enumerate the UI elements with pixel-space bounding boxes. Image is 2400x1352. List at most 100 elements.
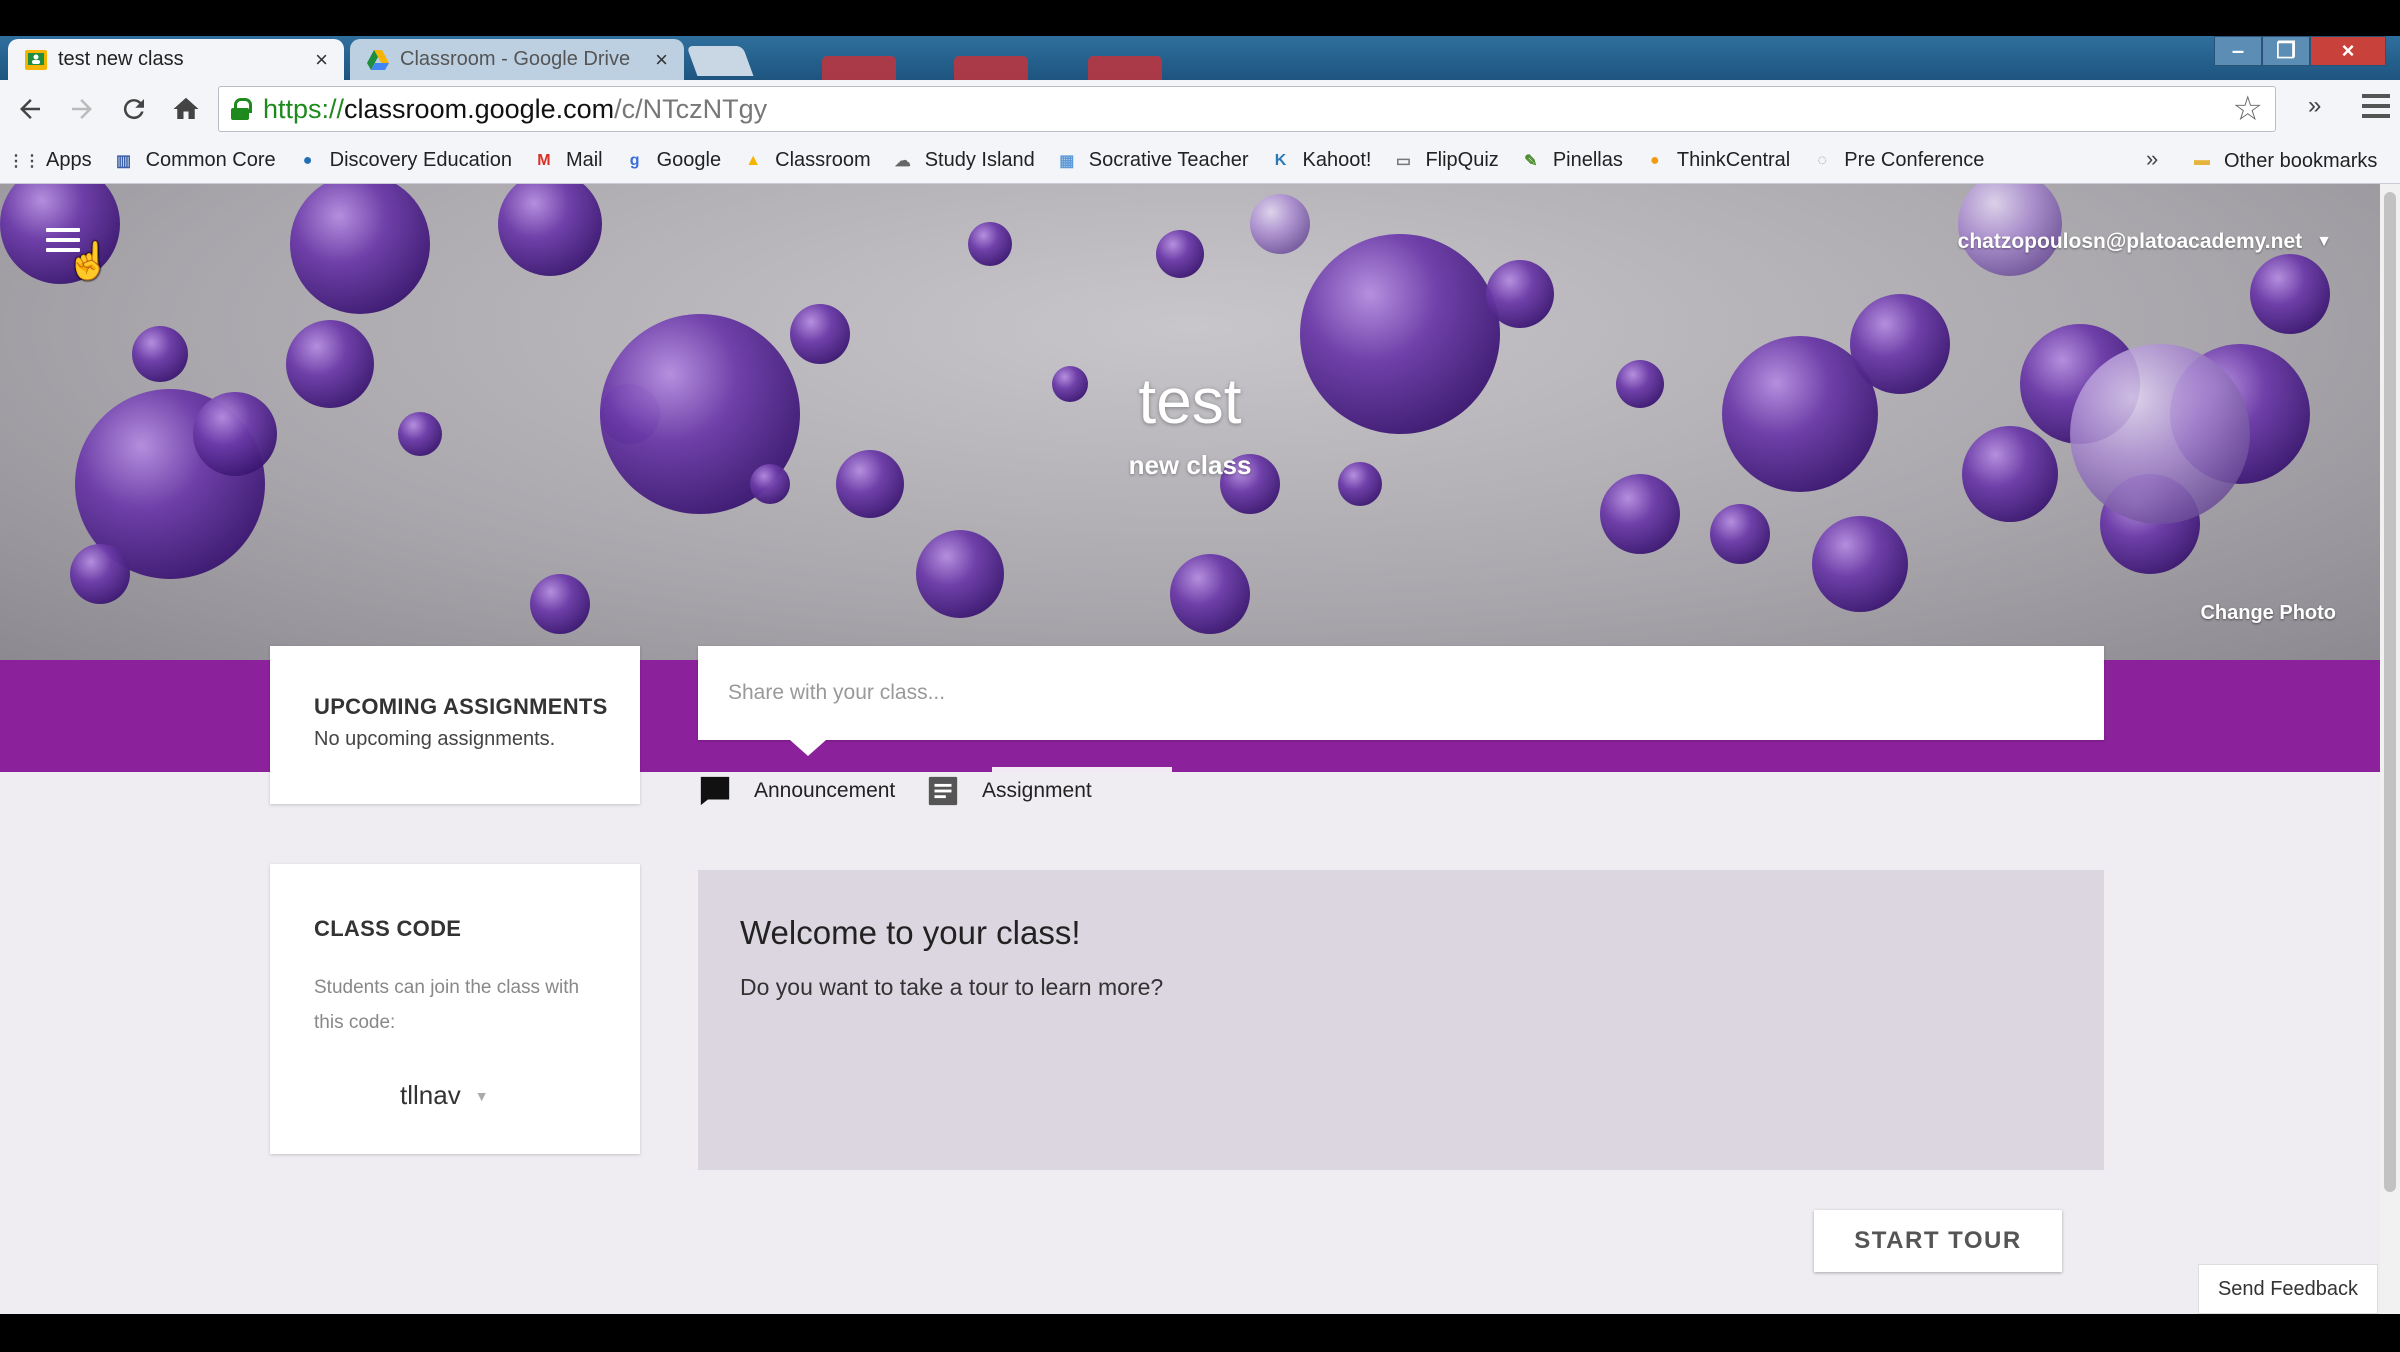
bookmark-label: Kahoot! xyxy=(1302,149,1372,171)
bookmarks-overflow-button[interactable]: » xyxy=(2146,146,2158,172)
bookmark-item[interactable]: ▦ Socrative Teacher xyxy=(1055,149,1249,173)
kahoot-icon: K xyxy=(1274,151,1287,169)
extensions-overflow-button[interactable]: » xyxy=(2308,92,2321,120)
socrative-icon: ▦ xyxy=(1059,152,1075,170)
other-bookmarks-folder[interactable]: ▬ Other bookmarks xyxy=(2190,138,2377,184)
tab-title: Classroom - Google Drive xyxy=(400,48,631,70)
decorative-sphere xyxy=(498,184,602,276)
bookmark-item[interactable]: M Mail xyxy=(532,149,602,173)
dropdown-caret-icon: ▼ xyxy=(474,1087,489,1104)
bookmarks-bar: ⋮⋮ Apps ▥ Common Core ● Discovery Education M M… xyxy=(0,138,2400,184)
bookmark-item[interactable]: ▲ Classroom xyxy=(741,149,871,173)
flipquiz-icon: ▭ xyxy=(1395,152,1412,170)
browser-tab-classroom[interactable]: test new class × xyxy=(8,39,344,80)
decorative-sphere xyxy=(1156,230,1204,278)
minimize-button[interactable]: – xyxy=(2214,36,2262,66)
account-switcher[interactable]: chatzopoulosn@platoacademy.net ▼ xyxy=(1958,230,2332,254)
share-with-class-input[interactable]: Share with your class... xyxy=(698,646,2104,740)
assignment-button[interactable]: Assignment xyxy=(926,774,1092,808)
window-background-decoration xyxy=(954,56,1028,80)
upcoming-assignments-body: No upcoming assignments. xyxy=(314,728,556,750)
close-tab-icon[interactable]: × xyxy=(315,47,328,73)
change-photo-link[interactable]: Change Photo xyxy=(2200,602,2336,625)
other-bookmarks-label: Other bookmarks xyxy=(2224,149,2378,172)
decorative-sphere xyxy=(968,222,1012,266)
decorative-sphere xyxy=(290,184,430,314)
class-code-text: tllnav xyxy=(400,1080,461,1110)
decorative-sphere xyxy=(1250,194,1310,254)
class-code-value[interactable]: tllnav ▼ xyxy=(400,1080,489,1111)
bookmark-item[interactable]: ✎ Pinellas xyxy=(1519,149,1623,173)
bookmark-item[interactable]: g Google xyxy=(623,149,721,173)
scrollbar-thumb[interactable] xyxy=(2384,192,2396,1192)
decorative-sphere xyxy=(916,530,1004,618)
class-name: test xyxy=(1138,365,1242,437)
browser-tab-strip: test new class × Classroom - Google Driv… xyxy=(0,36,2400,80)
bookmark-label: Discovery Education xyxy=(329,149,512,171)
bookmark-label: Socrative Teacher xyxy=(1088,149,1249,171)
bookmark-item[interactable]: K Kahoot! xyxy=(1269,149,1372,173)
url-path: /c/NTczNTgy xyxy=(614,93,768,124)
decorative-sphere xyxy=(1486,260,1554,328)
globe-icon: ● xyxy=(302,151,313,169)
apps-grid-icon: ⋮⋮ xyxy=(8,152,40,170)
decorative-sphere xyxy=(530,574,590,634)
maximize-button[interactable]: ❐ xyxy=(2262,36,2310,66)
upcoming-assignments-title: UPCOMING ASSIGNMENTS xyxy=(314,694,608,719)
classroom-icon: ▲ xyxy=(745,151,762,169)
bookmark-item[interactable]: ▥ Common Core xyxy=(112,149,276,173)
class-code-description: Students can join the class with this co… xyxy=(314,977,580,1033)
decorative-sphere xyxy=(2250,254,2330,334)
reload-button[interactable] xyxy=(112,87,156,131)
bookmark-item[interactable]: ▭ FlipQuiz xyxy=(1391,149,1499,173)
page-scrollbar[interactable] xyxy=(2380,184,2400,1314)
classroom-favicon-icon xyxy=(25,49,47,70)
class-code-title: CLASS CODE xyxy=(314,916,462,941)
upcoming-assignments-card: UPCOMING ASSIGNMENTS No upcoming assignm… xyxy=(270,646,640,804)
bookmark-label: ThinkCentral xyxy=(1676,149,1791,171)
decorative-sphere xyxy=(1170,554,1250,634)
announcement-label: Announcement xyxy=(754,779,896,802)
bookmark-label: Common Core xyxy=(145,149,276,171)
url-scheme: https:// xyxy=(263,93,345,124)
browser-menu-icon[interactable] xyxy=(2362,88,2390,128)
mouse-pointer-icon: ☝ xyxy=(66,240,111,281)
bookmark-star-icon[interactable]: ☆ xyxy=(2233,89,2263,129)
google-icon: g xyxy=(629,151,640,169)
bookmark-label: FlipQuiz xyxy=(1425,149,1499,171)
account-email: chatzopoulosn@platoacademy.net xyxy=(1957,230,2303,253)
address-bar[interactable]: https://classroom.google.com/c/NTczNTgy … xyxy=(218,86,2276,132)
browser-toolbar: https://classroom.google.com/c/NTczNTgy … xyxy=(0,80,2400,138)
pinellas-icon: ✎ xyxy=(1524,152,1538,170)
welcome-subtitle: Do you want to take a tour to learn more… xyxy=(740,974,1164,1000)
close-tab-icon[interactable]: × xyxy=(655,47,668,73)
bookmark-item[interactable]: ● ThinkCentral xyxy=(1643,149,1790,173)
send-feedback-button[interactable]: Send Feedback xyxy=(2198,1264,2378,1314)
bookmark-item[interactable]: ⋮⋮ Apps xyxy=(8,149,92,173)
bookmark-label: Pre Conference xyxy=(1844,149,1985,171)
new-tab-button[interactable] xyxy=(686,46,754,76)
class-code-card: CLASS CODE Students can join the class w… xyxy=(270,864,640,1154)
window-background-decoration xyxy=(1088,56,1162,80)
home-button[interactable] xyxy=(164,87,208,131)
bookmark-label: Study Island xyxy=(924,149,1035,171)
welcome-title: Welcome to your class! xyxy=(740,914,1081,951)
bookmark-item[interactable]: ● Discovery Education xyxy=(296,149,512,173)
tab-title: test new class xyxy=(58,48,184,70)
url-host: classroom.google.com xyxy=(344,93,615,124)
browser-tab-drive[interactable]: Classroom - Google Drive × xyxy=(350,39,684,80)
announcement-icon xyxy=(700,776,730,806)
bookmark-item[interactable]: ◌ Pre Conference xyxy=(1810,149,1984,173)
forward-button[interactable] xyxy=(60,87,104,131)
study-island-icon: ☁ xyxy=(894,152,911,170)
decorative-sphere xyxy=(1600,474,1680,554)
class-section: new class xyxy=(1128,450,1252,480)
back-button[interactable] xyxy=(8,87,52,131)
bookmark-item[interactable]: ☁ Study Island xyxy=(891,149,1035,173)
close-window-button[interactable]: × xyxy=(2310,36,2386,66)
forward-arrow-icon xyxy=(72,99,92,119)
decorative-sphere xyxy=(790,304,850,364)
start-tour-button[interactable]: START TOUR xyxy=(1814,1210,2062,1272)
announcement-button[interactable]: Announcement xyxy=(698,774,895,808)
assignment-label: Assignment xyxy=(982,779,1092,802)
